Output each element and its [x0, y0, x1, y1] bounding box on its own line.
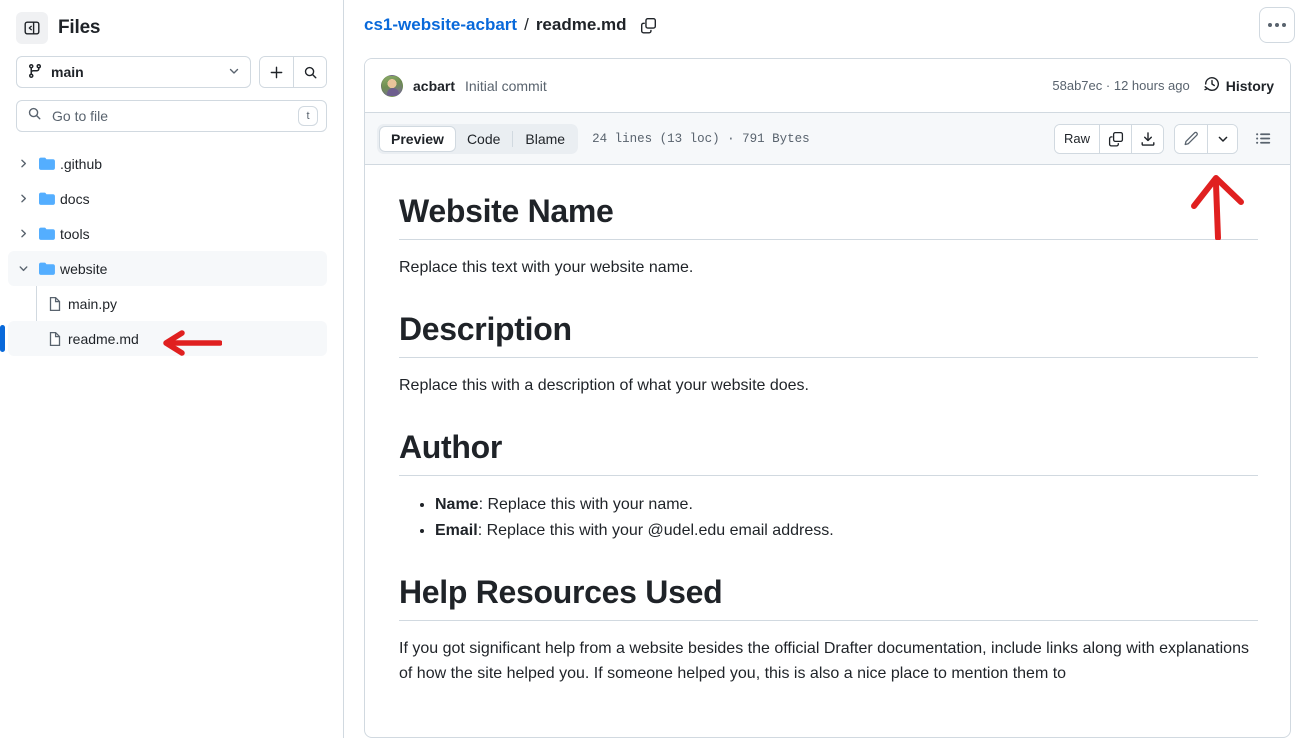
avatar[interactable]: [381, 74, 403, 97]
git-branch-icon: [27, 63, 43, 82]
tree-item-label: website: [60, 260, 108, 277]
chevron-down-icon: [12, 263, 34, 274]
chevron-down-icon[interactable]: [1207, 124, 1237, 153]
list-unordered-icon[interactable]: [1248, 124, 1278, 154]
search-input-wrapper[interactable]: t: [16, 100, 327, 132]
tree-item-website[interactable]: website: [8, 251, 327, 286]
chevron-right-icon: [12, 158, 34, 169]
paragraph-description: Replace this with a description of what …: [399, 376, 809, 394]
paragraph-website-name: Replace this text with your website name…: [399, 259, 694, 276]
history-clock-icon: [1204, 76, 1220, 95]
pencil-icon[interactable]: [1175, 124, 1207, 153]
main-content: cs1-website-acbart / readme.md acbart In…: [344, 0, 1311, 738]
tab-divider: [512, 130, 514, 147]
raw-copy-download-group: Raw: [1053, 123, 1164, 154]
list-item-label: Name: [435, 495, 479, 513]
copy-icon[interactable]: [1099, 124, 1131, 153]
sidebar-collapse-icon[interactable]: [16, 12, 48, 44]
toolbar-actions: Raw: [1053, 123, 1278, 154]
view-tabs: Preview Code Blame: [377, 123, 579, 154]
history-link[interactable]: History: [1204, 76, 1274, 95]
search-input[interactable]: [50, 107, 290, 125]
commit-sha-and-time: 58ab7ec · 12 hours ago: [1052, 78, 1189, 93]
sidebar-header: Files: [0, 0, 343, 52]
branch-row: main: [0, 52, 343, 88]
tree-item-label: readme.md: [68, 330, 139, 347]
folder-icon: [34, 190, 60, 207]
download-icon[interactable]: [1131, 124, 1163, 153]
author-list: Name: Replace this with your name. Email…: [399, 492, 1258, 545]
kebab-horizontal-icon[interactable]: [1259, 7, 1295, 43]
tree-item-tools[interactable]: tools: [8, 216, 327, 251]
search-shortcut-badge: t: [298, 106, 318, 126]
file-tree-sidebar: Files main Go to file t .github docs too…: [0, 0, 344, 738]
breadcrumb-separator: /: [524, 15, 529, 34]
commit-message[interactable]: Initial commit: [465, 78, 547, 94]
history-label: History: [1225, 77, 1274, 94]
folder-open-icon: [34, 260, 60, 277]
commit-author[interactable]: acbart: [413, 78, 455, 94]
breadcrumb: cs1-website-acbart / readme.md: [364, 15, 657, 35]
file-meta-info: 24 lines (13 loc) · 791 Bytes: [592, 131, 810, 146]
commit-meta-group: 58ab7ec · 12 hours ago History: [1052, 76, 1274, 95]
folder-icon: [34, 225, 60, 242]
list-item-text: : Replace this with your name.: [478, 495, 693, 513]
copy-path-icon[interactable]: [640, 17, 657, 34]
latest-commit-bar: acbart Initial commit 58ab7ec · 12 hours…: [365, 59, 1290, 113]
branch-selector[interactable]: main: [16, 56, 251, 88]
breadcrumb-file-name: readme.md: [535, 15, 627, 34]
list-item-label: Email: [435, 521, 478, 539]
tree-item-main-py[interactable]: main.py: [8, 286, 327, 321]
add-file-button[interactable]: [260, 57, 293, 87]
folder-icon: [34, 155, 60, 172]
tree-item-label: tools: [60, 225, 90, 242]
heading-author: Author: [399, 427, 1258, 476]
tree-item-readme-md[interactable]: readme.md: [0, 321, 327, 356]
edit-button-group: [1174, 123, 1238, 154]
commit-relative-time: 12 hours ago: [1113, 78, 1190, 93]
heading-website-name: Website Name: [399, 191, 1258, 240]
tree-item-label: .github: [60, 155, 103, 172]
file-toolbar: Preview Code Blame 24 lines (13 loc) · 7…: [365, 113, 1290, 165]
sidebar-title: Files: [58, 17, 101, 38]
file-icon: [42, 296, 68, 312]
github-file-viewer: Files main Go to file t .github docs too…: [0, 0, 1311, 738]
tree-item-label: main.py: [68, 295, 118, 312]
file-header: cs1-website-acbart / readme.md: [344, 0, 1311, 50]
tree-item-label: docs: [60, 190, 90, 207]
sidebar-actions: [259, 56, 327, 88]
tab-code[interactable]: Code: [456, 126, 511, 152]
chevron-right-icon: [12, 193, 34, 204]
raw-button[interactable]: Raw: [1054, 124, 1099, 153]
heading-help-resources-used: Help Resources Used: [399, 572, 1258, 622]
tree-item-github[interactable]: .github: [8, 146, 327, 181]
selected-file-indicator: [0, 325, 5, 352]
chevron-right-icon: [12, 228, 34, 239]
commit-dot: ·: [1105, 78, 1111, 93]
heading-description: Description: [399, 309, 1258, 358]
file-icon: [42, 331, 68, 347]
commit-sha[interactable]: 58ab7ec: [1052, 78, 1102, 93]
paragraph-help-resources: If you got significant help from a websi…: [399, 640, 1249, 683]
chevron-down-icon: [228, 64, 240, 80]
tab-preview[interactable]: Preview: [379, 125, 456, 152]
list-item-text: : Replace this with your @udel.edu email…: [477, 521, 834, 539]
breadcrumb-repo-link[interactable]: cs1-website-acbart: [364, 15, 517, 35]
tab-blame[interactable]: Blame: [514, 126, 576, 152]
list-item: Name: Replace this with your name.: [435, 492, 1258, 518]
file-content-box: acbart Initial commit 58ab7ec · 12 hours…: [364, 58, 1291, 738]
search-icon: [27, 106, 42, 126]
branch-name: main: [51, 64, 84, 80]
tree-item-docs[interactable]: docs: [8, 181, 327, 216]
markdown-preview: Website Name Replace this text with your…: [365, 165, 1290, 737]
file-tree: .github docs tools website main.py readm…: [0, 146, 343, 356]
list-item: Email: Replace this with your @udel.edu …: [435, 518, 1258, 544]
search-button[interactable]: [293, 57, 326, 87]
